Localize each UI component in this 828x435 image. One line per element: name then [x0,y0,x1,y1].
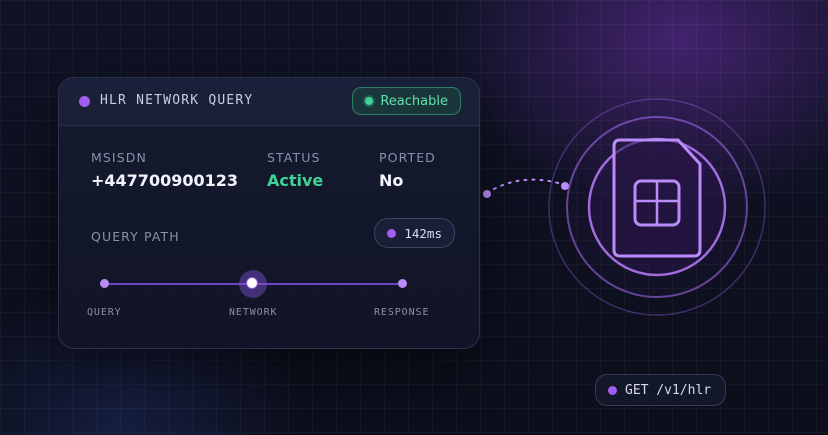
path-node-response [398,279,407,288]
field-value: +447700900123 [91,171,238,190]
field-label: MSISDN [91,150,147,165]
hlr-query-card: HLR NETWORK QUERY Reachable MSISDN +4477… [58,77,480,349]
field-ported: PORTED No [379,150,436,190]
status-dot-icon [365,97,374,105]
card-header: HLR NETWORK QUERY Reachable [59,78,479,126]
step-label-response: RESPONSE [374,307,430,318]
status-badge: Reachable [352,87,461,115]
latency-value: 142ms [404,225,442,241]
field-label: STATUS [267,150,321,165]
step-label-query: QUERY [87,307,122,318]
latency-dot-icon [387,228,397,238]
header-dot-icon [79,96,90,107]
field-msisdn: MSISDN +447700900123 [91,150,238,190]
field-status: STATUS Active [267,150,323,190]
step-label-network: NETWORK [229,307,278,318]
field-label: PORTED [379,150,436,165]
api-endpoint: GET /v1/hlr [625,382,712,398]
connector-start-dot [483,190,491,198]
api-endpoint-pill: GET /v1/hlr [595,374,727,406]
sim-card-icon [548,98,766,316]
path-node-query [100,279,109,288]
path-node-network [246,277,258,289]
field-value: Active [267,171,324,190]
sim-visual [548,98,766,316]
status-badge-label: Reachable [380,93,448,109]
api-dot-icon [608,385,617,395]
card-title: HLR NETWORK QUERY [100,93,254,108]
latency-pill: 142ms [374,218,455,248]
field-value: No [379,171,404,190]
query-path-label: QUERY PATH [91,229,180,244]
